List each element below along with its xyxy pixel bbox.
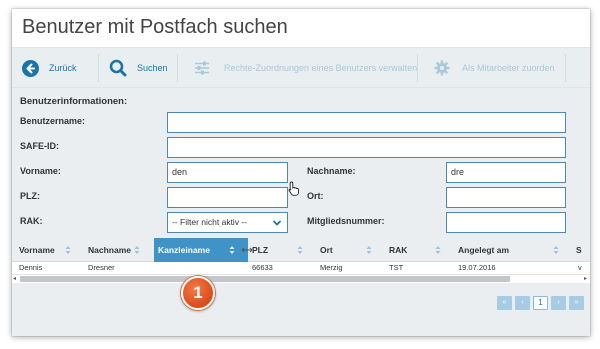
cell-plz: 66633 — [252, 263, 273, 272]
results-table: Vorname Nachname Kanzleiname PLZ Ort RAK… — [12, 238, 590, 336]
member-number-label: Mitgliedsnummer: — [307, 216, 385, 226]
column-header-s[interactable]: S — [576, 238, 588, 262]
toolbar-divider — [565, 54, 566, 82]
step-badge: 1 — [181, 276, 215, 310]
safe-id-input[interactable] — [167, 137, 566, 158]
horizontal-scrollbar[interactable]: ◂ ▸ — [12, 274, 590, 283]
sliders-icon — [194, 61, 210, 75]
assign-employee-label: Als Mitarbeiter zuorden — [462, 63, 555, 73]
toolbar-divider — [177, 54, 178, 82]
scroll-right-icon[interactable]: ▸ — [584, 275, 587, 283]
back-button-label: Zurück — [49, 63, 77, 73]
current-page-button[interactable]: 1 — [533, 296, 548, 310]
column-header-plz[interactable]: PLZ — [252, 238, 312, 262]
rak-label: RAK: — [20, 216, 43, 226]
first-name-input[interactable]: den — [167, 162, 288, 183]
cell-s: v — [578, 263, 582, 272]
column-header-angelegt-am[interactable]: Angelegt am — [458, 238, 559, 262]
zip-input[interactable] — [167, 187, 288, 208]
username-input[interactable] — [167, 112, 566, 133]
rak-select[interactable]: -- Filter nicht aktiv -- — [167, 212, 288, 233]
first-page-button[interactable]: « — [497, 296, 512, 310]
arrow-left-circle-icon — [22, 59, 39, 77]
chevron-down-icon — [272, 216, 282, 235]
gear-icon — [434, 60, 450, 76]
assign-employee-button[interactable]: Als Mitarbeiter zuorden — [434, 48, 555, 88]
cell-kanzleiname — [158, 262, 238, 274]
section-title: Benutzerinformationen: — [20, 96, 128, 107]
first-name-label: Vorname: — [20, 166, 61, 176]
rak-select-value: -- Filter nicht aktiv -- — [172, 217, 248, 227]
city-input[interactable] — [446, 187, 566, 208]
scrollbar-thumb[interactable] — [20, 276, 510, 282]
search-button[interactable]: Suchen — [109, 48, 168, 88]
cell-rak: TST — [389, 263, 404, 272]
search-button-label: Suchen — [137, 63, 168, 73]
assign-rights-label: Rechte-Zuordnungen eines Benutzers verwa… — [224, 63, 418, 73]
city-label: Ort: — [307, 191, 324, 201]
cell-angelegt-am: 19.07.2016 — [458, 263, 496, 272]
search-form: Benutzerinformationen: Benutzername: SAF… — [12, 88, 590, 238]
scroll-left-icon[interactable]: ◂ — [13, 275, 16, 283]
column-header-vorname[interactable]: Vorname — [19, 238, 79, 262]
toolbar-divider — [417, 54, 418, 82]
table-header: Vorname Nachname Kanzleiname PLZ Ort RAK… — [12, 238, 590, 262]
last-page-button[interactable]: » — [569, 296, 584, 310]
pagination: « ‹ 1 › » — [497, 296, 584, 310]
cell-ort: Merzig — [320, 263, 343, 272]
zip-label: PLZ: — [20, 191, 40, 201]
column-header-rak[interactable]: RAK — [389, 238, 449, 262]
column-header-ort[interactable]: Ort — [320, 238, 380, 262]
cell-nachname: Dresner — [88, 263, 115, 272]
toolbar: Zurück Suchen Rechte-Zuordnungen eines B… — [12, 47, 590, 88]
last-name-label: Nachname: — [307, 166, 356, 176]
next-page-button[interactable]: › — [551, 296, 566, 310]
page-title: Benutzer mit Postfach suchen — [22, 16, 288, 38]
dialog-window: Benutzer mit Postfach suchen Zurück Such… — [12, 9, 590, 336]
toolbar-divider — [98, 54, 99, 82]
username-label: Benutzername: — [20, 116, 86, 126]
last-name-input[interactable]: dre — [446, 162, 566, 183]
member-number-input[interactable] — [446, 212, 566, 233]
search-icon — [109, 59, 127, 77]
column-header-kanzleiname[interactable]: Kanzleiname — [154, 238, 248, 262]
back-button[interactable]: Zurück — [22, 48, 77, 88]
hand-cursor-icon — [288, 181, 300, 201]
table-row[interactable]: Dennis Dresner 66633 Merzig TST 19.07.20… — [12, 262, 590, 274]
safe-id-label: SAFE-ID: — [20, 141, 59, 151]
prev-page-button[interactable]: ‹ — [515, 296, 530, 310]
column-header-nachname[interactable]: Nachname — [88, 238, 158, 262]
assign-rights-button[interactable]: Rechte-Zuordnungen eines Benutzers verwa… — [194, 48, 417, 88]
cell-vorname: Dennis — [19, 263, 43, 272]
